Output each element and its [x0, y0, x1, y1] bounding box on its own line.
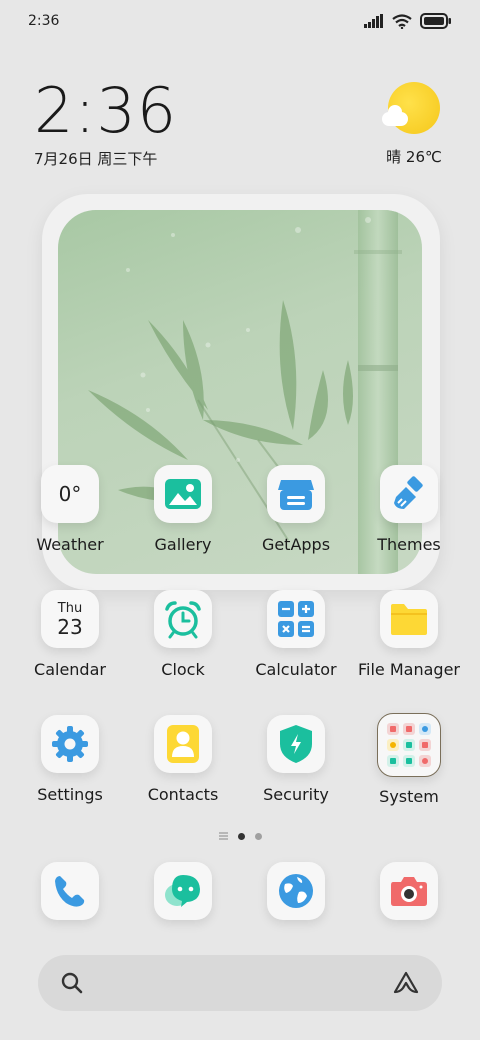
search-icon[interactable] [60, 971, 84, 995]
calendar-icon: Thu 23 [41, 590, 99, 648]
globe-icon [267, 862, 325, 920]
app-calendar[interactable]: Thu 23 Calendar [10, 590, 130, 679]
page-dot[interactable] [254, 832, 262, 840]
sunny-icon [382, 82, 440, 134]
signal-icon [364, 14, 383, 28]
dock-browser[interactable] [236, 862, 356, 920]
battery-icon [420, 13, 451, 29]
wifi-icon [392, 13, 412, 29]
app-label: GetApps [261, 535, 331, 554]
status-icons [364, 13, 452, 29]
system-folder-icon [377, 713, 441, 777]
app-gallery[interactable]: Gallery [123, 465, 243, 554]
app-themes[interactable]: Themes [349, 465, 469, 554]
dock-messages[interactable] [123, 862, 243, 920]
widget-time: 2:36 [34, 74, 178, 147]
app-label: System [379, 787, 439, 806]
status-bar: 2:36 [0, 0, 480, 42]
weather-app-icon: 0° [41, 465, 99, 523]
calendar-date: 23 [57, 614, 83, 639]
app-clock[interactable]: Clock [123, 590, 243, 679]
app-label: Themes [377, 535, 441, 554]
page-indicator[interactable] [200, 829, 280, 843]
search-bar[interactable] [38, 955, 442, 1011]
app-label: Security [263, 785, 329, 804]
gallery-icon [154, 465, 212, 523]
paintbrush-icon [380, 465, 438, 523]
app-label: Settings [37, 785, 103, 804]
dock-camera[interactable] [349, 862, 469, 920]
app-list-icon[interactable] [218, 832, 228, 840]
clock-widget[interactable]: 2:36 7月26日 周三下午 [34, 78, 177, 169]
getapps-icon [267, 465, 325, 523]
gear-icon [41, 715, 99, 773]
app-file-manager[interactable]: File Manager [349, 590, 469, 679]
messages-icon [154, 862, 212, 920]
app-calculator[interactable]: Calculator [236, 590, 356, 679]
app-label: Calculator [255, 660, 337, 679]
app-label: Weather [36, 535, 104, 554]
alarm-clock-icon [154, 590, 212, 648]
status-time: 2:36 [28, 13, 60, 29]
phone-icon [41, 862, 99, 920]
widget-date: 7月26日 周三下午 [34, 150, 158, 168]
app-getapps[interactable]: GetApps [236, 465, 356, 554]
app-label: Clock [161, 660, 205, 679]
app-settings[interactable]: Settings [10, 715, 130, 804]
page-dot-active[interactable] [237, 832, 245, 840]
app-label: File Manager [358, 660, 460, 679]
assistant-icon[interactable] [392, 971, 420, 995]
app-weather[interactable]: 0° Weather [10, 465, 130, 554]
weather-widget[interactable]: 晴 26℃ [382, 82, 444, 167]
calendar-day: Thu [57, 600, 83, 616]
app-label: Calendar [34, 660, 106, 679]
shield-icon [267, 715, 325, 773]
weather-temp: 0° [58, 482, 82, 506]
app-contacts[interactable]: Contacts [123, 715, 243, 804]
app-security[interactable]: Security [236, 715, 356, 804]
dock-phone[interactable] [10, 862, 130, 920]
calculator-icon [267, 590, 325, 648]
weather-summary: 晴 26℃ [386, 148, 442, 166]
camera-icon [380, 862, 438, 920]
app-system-folder[interactable]: System [349, 713, 469, 806]
contacts-icon [154, 715, 212, 773]
app-label: Gallery [154, 535, 212, 554]
app-label: Contacts [147, 785, 219, 804]
folder-icon [380, 590, 438, 648]
